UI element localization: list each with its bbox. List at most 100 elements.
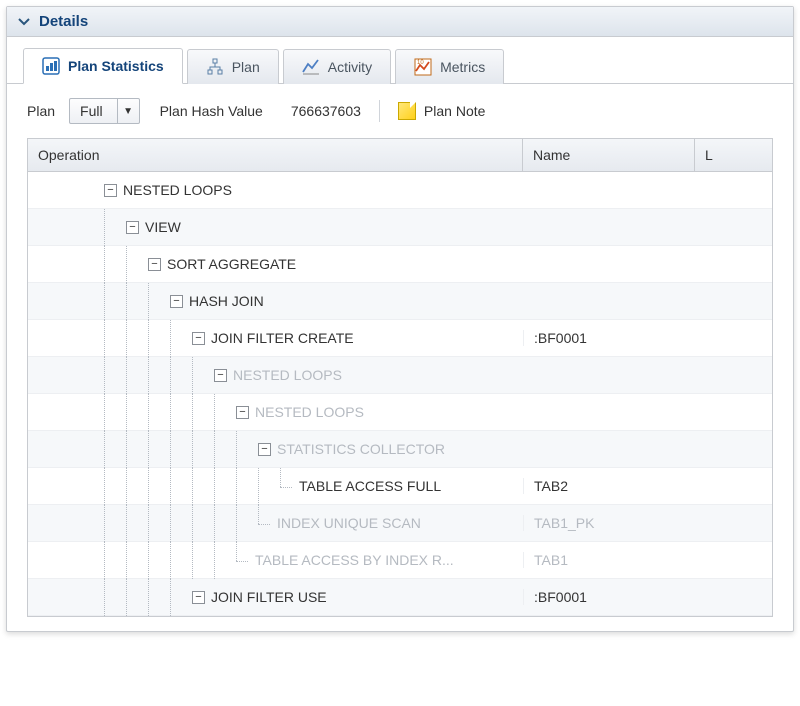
svg-text:10: 10 [417,60,424,66]
tree-indent [214,505,236,542]
tab-plan[interactable]: Plan [187,49,279,84]
tree-indent [170,505,192,542]
col-name[interactable]: Name [523,139,695,171]
table-row[interactable]: −NESTED LOOPS [28,172,772,209]
tab-metrics[interactable]: 10 Metrics [395,49,504,84]
tree-collapse-icon[interactable]: − [170,295,183,308]
tree-indent [126,394,148,431]
tab-label: Activity [328,59,372,75]
cell-operation: −NESTED LOOPS [28,357,523,394]
cell-operation: INDEX UNIQUE SCAN [28,505,523,542]
tree-indent [236,505,258,542]
tab-label: Plan Statistics [68,58,164,74]
note-icon [398,102,416,120]
tree-indent [38,579,60,616]
cell-operation: −JOIN FILTER USE [28,579,523,616]
tab-plan-statistics[interactable]: Plan Statistics [23,48,183,84]
tree-indent [82,209,104,246]
tree-indent [60,542,82,579]
tree-indent [38,431,60,468]
tree-indent [126,320,148,357]
cell-operation: TABLE ACCESS FULL [28,468,523,505]
tree-collapse-icon[interactable]: − [148,258,161,271]
table-row[interactable]: −NESTED LOOPS [28,394,772,431]
plan-select-value: Full [70,103,117,119]
panel-title: Details [39,13,88,30]
tree-collapse-icon[interactable]: − [192,332,205,345]
tree-indent [38,394,60,431]
table-row[interactable]: −SORT AGGREGATE [28,246,772,283]
cell-operation: TABLE ACCESS BY INDEX R... [28,542,523,579]
table-row[interactable]: TABLE ACCESS BY INDEX R...TAB1 [28,542,772,579]
tree-collapse-icon[interactable]: − [258,443,271,456]
tree-indent [38,468,60,505]
operation-text: HASH JOIN [189,293,264,309]
tree-indent [38,505,60,542]
tree-indent [236,431,258,468]
tree-indent [148,357,170,394]
tabbar: Plan Statistics Plan Activity 10 Metrics [7,37,793,84]
table-row[interactable]: −HASH JOIN [28,283,772,320]
tree-indent [104,357,126,394]
table-row[interactable]: −NESTED LOOPS [28,357,772,394]
plan-note-button[interactable]: Plan Note [398,102,485,120]
tree-indent [148,394,170,431]
table-row[interactable]: −JOIN FILTER USE:BF0001 [28,579,772,616]
table-row[interactable]: −STATISTICS COLLECTOR [28,431,772,468]
tree-collapse-icon[interactable]: − [192,591,205,604]
tree-collapse-icon[interactable]: − [236,406,249,419]
tree-indent [60,172,82,209]
tree-indent [104,394,126,431]
tree-collapse-icon[interactable]: − [104,184,117,197]
table-row[interactable]: −JOIN FILTER CREATE:BF0001 [28,320,772,357]
tree-indent [104,468,126,505]
collapse-icon[interactable] [17,15,31,29]
tree-indent [192,394,214,431]
tree-indent [38,542,60,579]
tree-indent [192,542,214,579]
tree-indent [104,431,126,468]
tree-indent [236,468,258,505]
tree-indent [148,283,170,320]
tree-indent [170,357,192,394]
tree-indent [82,246,104,283]
tree-indent [170,579,192,616]
panel-header: Details [7,7,793,37]
tree-indent [60,431,82,468]
tab-label: Plan [232,59,260,75]
toolbar: Plan Full ▼ Plan Hash Value 766637603 Pl… [7,84,793,138]
plan-select[interactable]: Full ▼ [69,98,140,124]
tree-leaf-icon [258,517,271,530]
tree-indent [38,172,60,209]
tree-indent [82,394,104,431]
chevron-down-icon: ▼ [117,99,139,123]
tree-indent [192,357,214,394]
col-third[interactable]: L [695,139,772,171]
tree-indent [82,283,104,320]
tree-indent [192,468,214,505]
tree-indent [60,246,82,283]
tree-indent [148,431,170,468]
tree-indent [82,468,104,505]
tab-activity[interactable]: Activity [283,49,391,84]
tree-indent [82,542,104,579]
tree-indent [38,357,60,394]
tree-indent [104,246,126,283]
plan-note-label: Plan Note [424,103,485,119]
table-row[interactable]: INDEX UNIQUE SCANTAB1_PK [28,505,772,542]
cell-operation: −STATISTICS COLLECTOR [28,431,523,468]
operation-text: NESTED LOOPS [123,182,232,198]
operation-text: JOIN FILTER CREATE [211,330,354,346]
table-row[interactable]: TABLE ACCESS FULLTAB2 [28,468,772,505]
cell-operation: −NESTED LOOPS [28,172,523,209]
tree-collapse-icon[interactable]: − [126,221,139,234]
table-row[interactable]: −VIEW [28,209,772,246]
operation-text: NESTED LOOPS [233,367,342,383]
operation-text: TABLE ACCESS BY INDEX R... [255,552,454,568]
tree-collapse-icon[interactable]: − [214,369,227,382]
tree-indent [60,209,82,246]
tree-leaf-icon [236,554,249,567]
col-operation[interactable]: Operation [28,139,523,171]
tree-indent [104,209,126,246]
plan-hash-label: Plan Hash Value [160,103,263,119]
